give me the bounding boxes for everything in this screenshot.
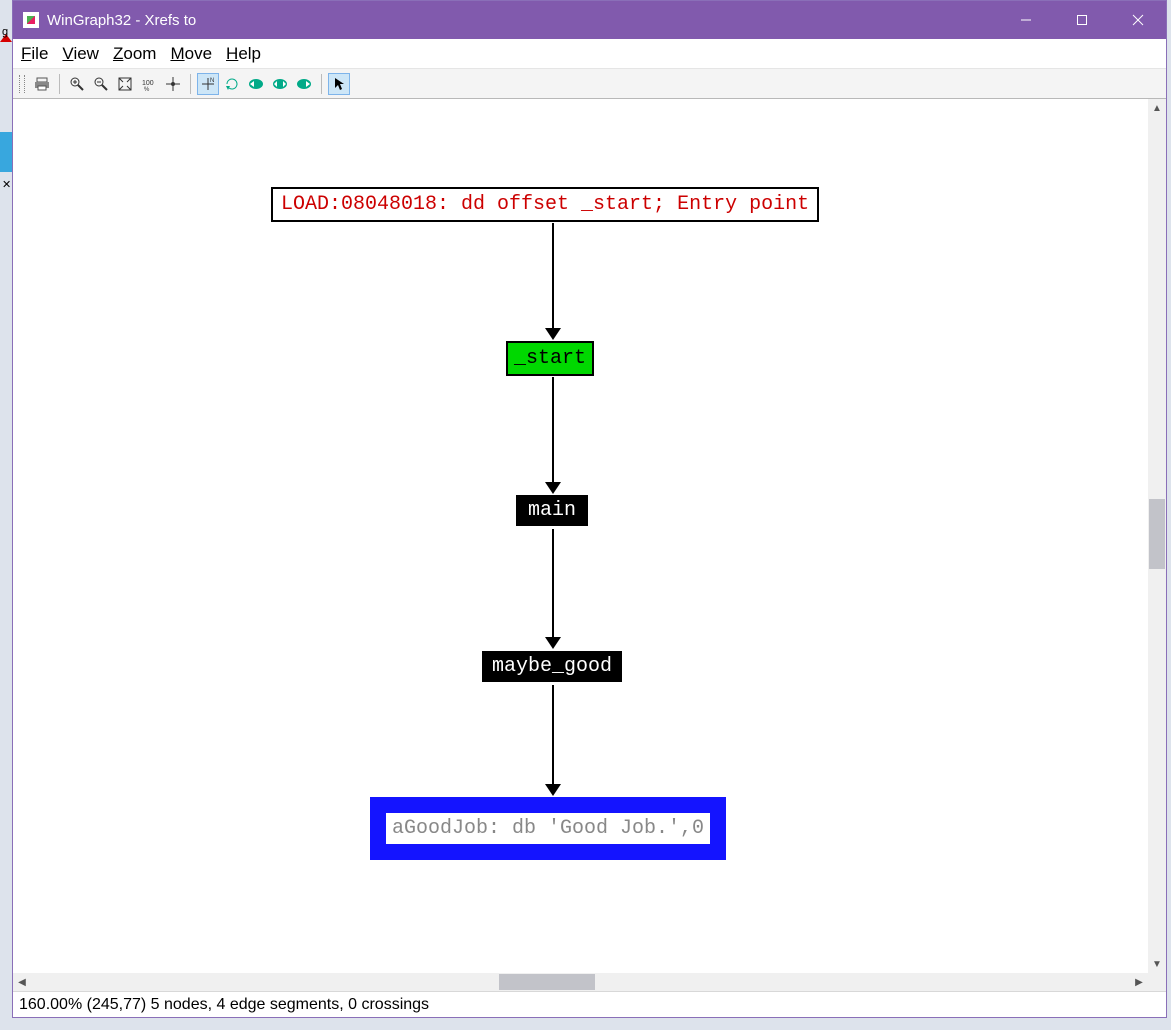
horizontal-scrollbar[interactable]: ◀ ▶	[13, 973, 1148, 991]
graph-node-main[interactable]: main	[516, 495, 588, 526]
canvas-area: LOAD:08048018: dd offset _start; Entry p…	[13, 99, 1166, 991]
menu-view[interactable]: View	[62, 44, 99, 64]
print-button[interactable]	[31, 73, 53, 95]
zoom-100-button[interactable]: 100%	[138, 73, 160, 95]
graph-canvas[interactable]: LOAD:08048018: dd offset _start; Entry p…	[13, 99, 1148, 973]
graph-node-maybe[interactable]: maybe_good	[482, 651, 622, 682]
graph-edge	[552, 529, 554, 637]
scroll-right-icon[interactable]: ▶	[1130, 973, 1148, 991]
close-button[interactable]	[1110, 1, 1166, 39]
window-title: WinGraph32 - Xrefs to	[47, 12, 998, 29]
svg-text:N: N	[210, 78, 214, 84]
select-mode-button[interactable]	[328, 73, 350, 95]
menu-help-rest: elp	[238, 44, 261, 63]
scroll-thumb[interactable]	[1149, 499, 1165, 569]
scroll-up-icon[interactable]: ▲	[1148, 99, 1166, 117]
menu-zoom-rest: oom	[123, 44, 156, 63]
scroll-left-icon[interactable]: ◀	[13, 973, 31, 991]
main-window: WinGraph32 - Xrefs to File View Zoom Mov…	[12, 0, 1167, 1018]
nav-both-button[interactable]	[269, 73, 291, 95]
arrowhead-icon	[545, 637, 561, 649]
svg-text:%: %	[144, 87, 150, 92]
scroll-thumb[interactable]	[499, 974, 595, 990]
statusbar: 160.00% (245,77) 5 nodes, 4 edge segment…	[13, 991, 1166, 1017]
graph-node-final[interactable]: aGoodJob: db 'Good Job.',0	[370, 797, 726, 860]
zoom-in-button[interactable]	[66, 73, 88, 95]
menu-file[interactable]: File	[21, 44, 48, 64]
toolbar-grip[interactable]	[19, 75, 25, 93]
menu-view-rest: iew	[73, 44, 99, 63]
arrowhead-icon	[545, 482, 561, 494]
nav-back-button[interactable]	[245, 73, 267, 95]
graph-edge	[552, 685, 554, 785]
zoom-out-button[interactable]	[90, 73, 112, 95]
graph-edge	[552, 223, 554, 329]
vertical-scrollbar[interactable]: ▲ ▼	[1148, 99, 1166, 973]
titlebar[interactable]: WinGraph32 - Xrefs to	[13, 1, 1166, 39]
app-icon	[23, 12, 39, 28]
nav-forward-button[interactable]	[293, 73, 315, 95]
refresh-button[interactable]	[221, 73, 243, 95]
toolbar-sep-2	[190, 74, 191, 94]
scroll-corner	[1148, 973, 1166, 991]
maximize-button[interactable]	[1054, 1, 1110, 39]
svg-text:100: 100	[142, 80, 154, 87]
scroll-down-icon[interactable]: ▼	[1148, 955, 1166, 973]
menu-move-rest: ove	[185, 44, 212, 63]
menu-move[interactable]: Move	[170, 44, 212, 64]
arrowhead-icon	[545, 328, 561, 340]
layout-normal-button[interactable]: N	[197, 73, 219, 95]
arrowhead-icon	[545, 784, 561, 796]
toolbar-sep	[59, 74, 60, 94]
minimize-button[interactable]	[998, 1, 1054, 39]
background-strip: g ✕	[0, 0, 12, 1030]
toolbar: 100% N	[13, 69, 1166, 99]
menubar: File View Zoom Move Help	[13, 39, 1166, 69]
status-text: 160.00% (245,77) 5 nodes, 4 edge segment…	[19, 996, 429, 1014]
toolbar-sep-3	[321, 74, 322, 94]
graph-node-root[interactable]: LOAD:08048018: dd offset _start; Entry p…	[271, 187, 819, 222]
fit-window-button[interactable]	[114, 73, 136, 95]
origin-button[interactable]	[162, 73, 184, 95]
graph-node-start[interactable]: _start	[506, 341, 594, 376]
menu-file-rest: ile	[31, 44, 48, 63]
graph-node-final-text: aGoodJob: db 'Good Job.',0	[386, 813, 710, 844]
menu-zoom[interactable]: Zoom	[113, 44, 156, 64]
menu-help[interactable]: Help	[226, 44, 261, 64]
graph-edge	[552, 377, 554, 483]
